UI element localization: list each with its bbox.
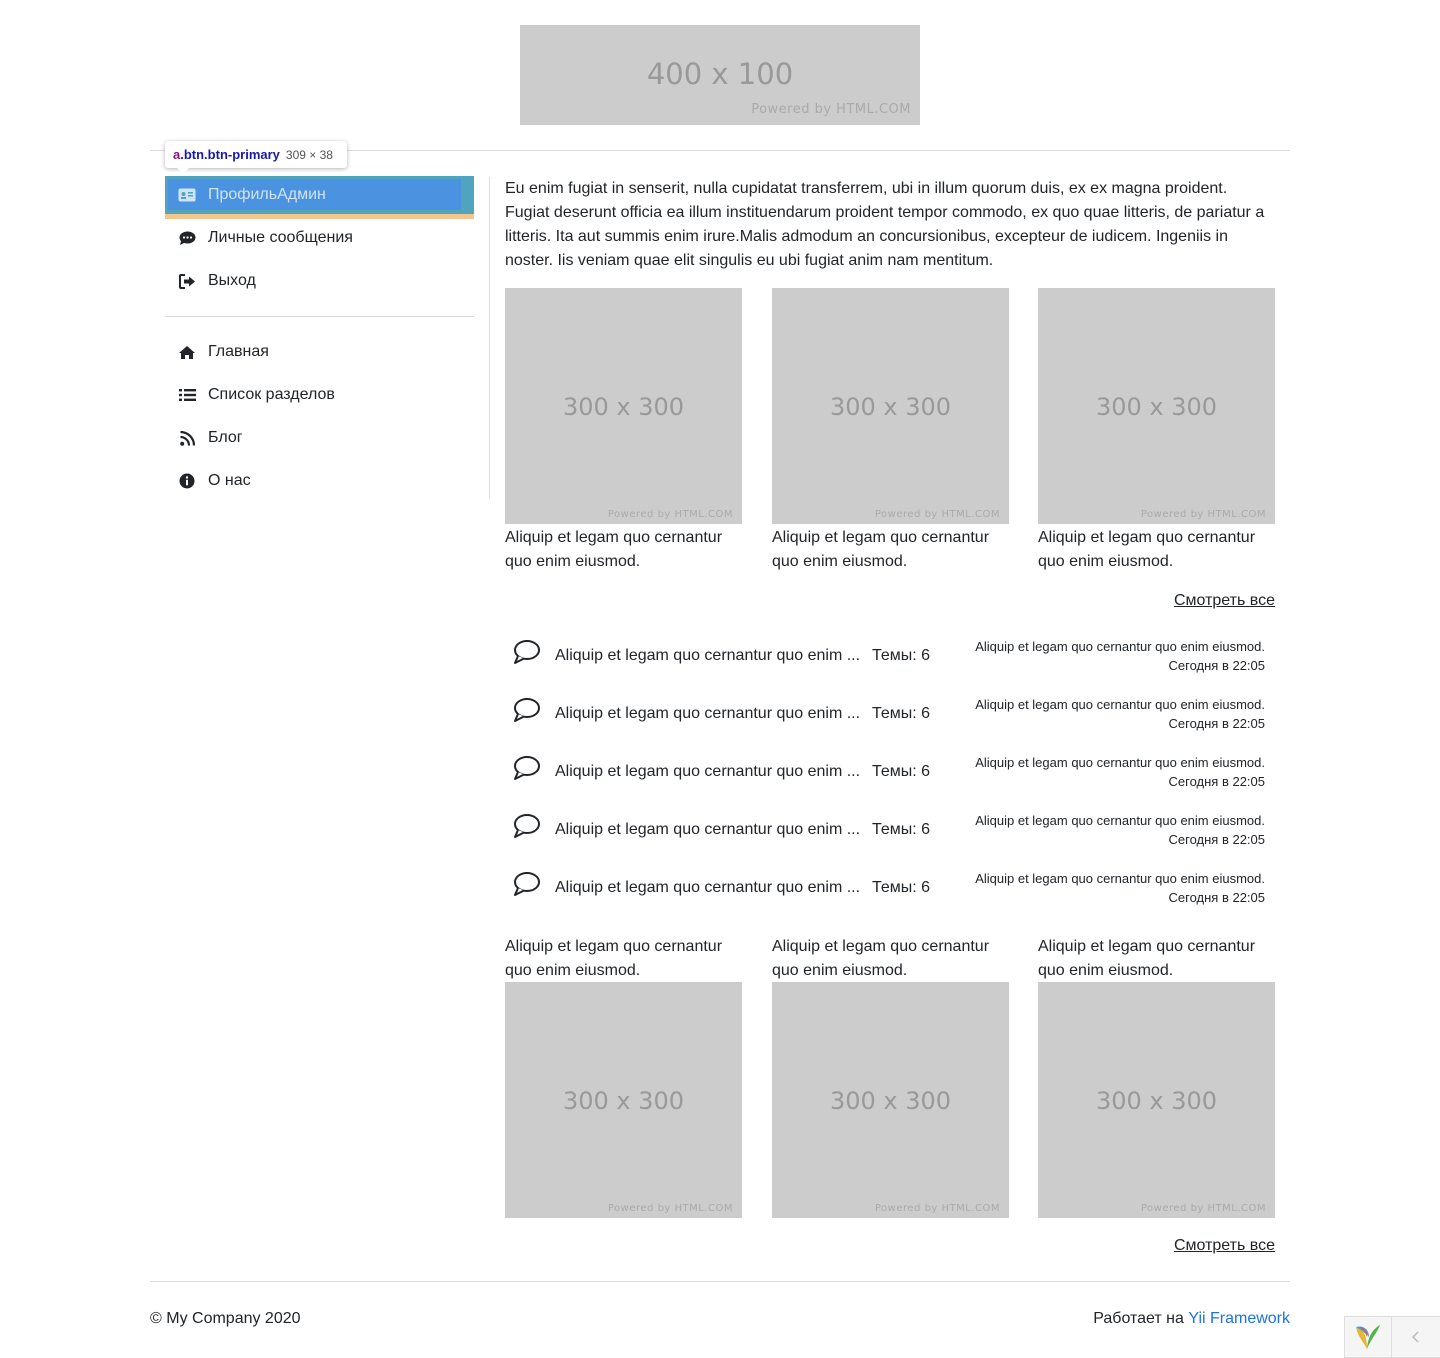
sidebar-item-about[interactable]: О нас — [165, 462, 474, 500]
comment-icon — [513, 697, 541, 723]
gallery-caption[interactable]: Aliquip et legam quo cernantur quo enim … — [505, 526, 742, 574]
yii-debug-toolbar[interactable] — [1344, 1316, 1440, 1358]
forum-last-post[interactable]: Aliquip et legam quo cernantur quo enim … — [975, 695, 1265, 733]
sidebar-divider — [165, 316, 474, 317]
image-powered-label: Powered by HTML.COM — [1140, 1203, 1266, 1214]
footer-copyright: © My Company 2020 — [150, 1310, 301, 1327]
image-powered-label: Powered by HTML.COM — [607, 509, 733, 520]
forum-title[interactable]: Aliquip et legam quo cernantur quo enim … — [555, 705, 860, 723]
forum-title[interactable]: Aliquip et legam quo cernantur quo enim … — [555, 763, 860, 781]
forum-last-post[interactable]: Aliquip et legam quo cernantur quo enim … — [975, 811, 1265, 849]
last-post-time: Сегодня в 22:05 — [1168, 716, 1265, 731]
sign-out-icon — [178, 272, 196, 290]
footer-divider — [150, 1281, 1290, 1282]
last-post-title: Aliquip et legam quo cernantur quo enim … — [975, 697, 1265, 712]
gallery-caption[interactable]: Aliquip et legam quo cernantur quo enim … — [1038, 935, 1275, 983]
header-logo-placeholder: 400 x 100 Powered by HTML.COM — [520, 25, 920, 125]
info-circle-icon — [178, 472, 196, 490]
gallery-caption[interactable]: Aliquip et legam quo cernantur quo enim … — [1038, 526, 1275, 574]
tooltip-dims: 309 × 38 — [285, 148, 333, 162]
last-post-title: Aliquip et legam quo cernantur quo enim … — [975, 871, 1265, 886]
toolbar-collapse-icon[interactable] — [1392, 1317, 1440, 1357]
sidebar-item-label: ПрофильАдмин — [208, 186, 326, 203]
sidebar-item-blog[interactable]: Блог — [165, 419, 474, 457]
forum-row[interactable]: Aliquip et legam quo cernantur quo enim … — [505, 744, 1275, 802]
list-icon — [178, 386, 196, 404]
comment-icon — [513, 871, 541, 897]
image-size-label: 300 x 300 — [1095, 393, 1218, 421]
comment-icon — [513, 639, 541, 665]
sidebar-item-sections[interactable]: Список разделов — [165, 376, 474, 414]
image-powered-label: Powered by HTML.COM — [874, 509, 1000, 520]
comment-icon — [513, 813, 541, 839]
image-size-label: 300 x 300 — [562, 393, 685, 421]
sidebar-item-label: Блог — [208, 429, 243, 446]
forum-row[interactable]: Aliquip et legam quo cernantur quo enim … — [505, 860, 1275, 918]
sidebar-vertical-divider — [489, 177, 490, 499]
sidebar-item-label: Личные сообщения — [208, 229, 353, 246]
sidebar-item-label: Выход — [208, 272, 256, 289]
yii-framework-link[interactable]: Yii Framework — [1188, 1310, 1290, 1327]
image-size-label: 300 x 300 — [562, 1087, 685, 1115]
image-powered-label: Powered by HTML.COM — [874, 1203, 1000, 1214]
home-icon — [178, 343, 196, 361]
sidebar-item-label: Список разделов — [208, 386, 335, 403]
sidebar-item-logout[interactable]: Выход — [165, 262, 474, 300]
sidebar-item-label: О нас — [208, 472, 251, 489]
image-powered-label: Powered by HTML.COM — [607, 1203, 733, 1214]
forum-row[interactable]: Aliquip et legam quo cernantur quo enim … — [505, 628, 1275, 686]
image-size-label: 300 x 300 — [829, 393, 952, 421]
gallery-image[interactable]: 300 x 300 Powered by HTML.COM — [1038, 288, 1275, 524]
logo-powered-label: Powered by HTML.COM — [751, 102, 911, 117]
tooltip-arrow — [176, 167, 190, 174]
last-post-title: Aliquip et legam quo cernantur quo enim … — [975, 639, 1265, 654]
forum-topics-count: Темы: 6 — [872, 821, 931, 838]
forum-last-post[interactable]: Aliquip et legam quo cernantur quo enim … — [975, 637, 1265, 675]
tooltip-classes: .btn.btn-primary — [180, 147, 280, 162]
forum-title[interactable]: Aliquip et legam quo cernantur quo enim … — [555, 821, 860, 839]
forum-last-post[interactable]: Aliquip et legam quo cernantur quo enim … — [975, 753, 1265, 791]
inspector-tooltip: a.btn.btn-primary 309 × 38 — [165, 141, 347, 168]
sidebar-item-home[interactable]: Главная — [165, 333, 474, 371]
last-post-title: Aliquip et legam quo cernantur quo enim … — [975, 755, 1265, 770]
last-post-time: Сегодня в 22:05 — [1168, 658, 1265, 673]
footer-powered-prefix: Работает на — [1093, 1310, 1184, 1327]
rss-icon — [178, 429, 196, 447]
gallery-caption[interactable]: Aliquip et legam quo cernantur quo enim … — [772, 526, 1009, 574]
id-card-icon — [178, 186, 196, 204]
gallery-caption[interactable]: Aliquip et legam quo cernantur quo enim … — [772, 935, 1009, 983]
forum-title[interactable]: Aliquip et legam quo cernantur quo enim … — [555, 647, 860, 665]
sidebar-item-label: Главная — [208, 343, 269, 360]
image-powered-label: Powered by HTML.COM — [1140, 509, 1266, 520]
image-size-label: 300 x 300 — [1095, 1087, 1218, 1115]
forum-topics-count: Темы: 6 — [872, 705, 931, 722]
intro-paragraph: Eu enim fugiat in senserit, nulla cupida… — [505, 180, 1265, 269]
gallery-image[interactable]: 300 x 300 Powered by HTML.COM — [772, 982, 1009, 1218]
forum-topics-count: Темы: 6 — [872, 879, 931, 896]
sidebar-item-messages[interactable]: Личные сообщения — [165, 219, 474, 257]
comment-dots-icon — [178, 229, 196, 247]
gallery-image[interactable]: 300 x 300 Powered by HTML.COM — [505, 288, 742, 524]
gallery-image[interactable]: 300 x 300 Powered by HTML.COM — [772, 288, 1009, 524]
last-post-time: Сегодня в 22:05 — [1168, 890, 1265, 905]
last-post-time: Сегодня в 22:05 — [1168, 832, 1265, 847]
forum-topics-count: Темы: 6 — [872, 763, 931, 780]
forum-row[interactable]: Aliquip et legam quo cernantur quo enim … — [505, 802, 1275, 860]
gallery-caption[interactable]: Aliquip et legam quo cernantur quo enim … — [505, 935, 742, 983]
forum-row[interactable]: Aliquip et legam quo cernantur quo enim … — [505, 686, 1275, 744]
see-all-link[interactable]: Смотреть все — [1174, 592, 1275, 610]
forum-topics-count: Темы: 6 — [872, 647, 931, 664]
last-post-time: Сегодня в 22:05 — [1168, 774, 1265, 789]
gallery-image[interactable]: 300 x 300 Powered by HTML.COM — [1038, 982, 1275, 1218]
yii-logo-icon[interactable] — [1345, 1317, 1392, 1357]
footer-powered: Работает на Yii Framework — [1093, 1310, 1290, 1328]
forum-last-post[interactable]: Aliquip et legam quo cernantur quo enim … — [975, 869, 1265, 907]
forum-title[interactable]: Aliquip et legam quo cernantur quo enim … — [555, 879, 860, 897]
comment-icon — [513, 755, 541, 781]
logo-size-label: 400 x 100 — [646, 57, 794, 91]
see-all-link[interactable]: Смотреть все — [1174, 1237, 1275, 1255]
last-post-title: Aliquip et legam quo cernantur quo enim … — [975, 813, 1265, 828]
gallery-image[interactable]: 300 x 300 Powered by HTML.COM — [505, 982, 742, 1218]
image-size-label: 300 x 300 — [829, 1087, 952, 1115]
